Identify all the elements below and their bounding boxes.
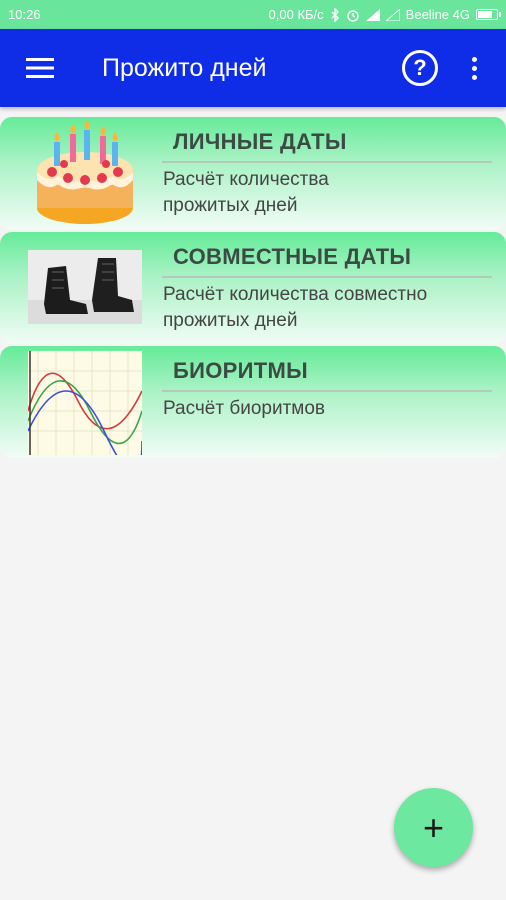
status-time: 10:26 xyxy=(8,7,41,22)
boots-photo xyxy=(28,250,142,324)
carrier-label: Beeline 4G xyxy=(405,7,470,22)
card-title: БИОРИТМЫ xyxy=(173,358,308,383)
card-description: Расчёт биоритмов xyxy=(163,398,326,419)
more-vert-icon xyxy=(471,56,477,62)
signal-icon xyxy=(365,8,380,21)
app-title: Прожито дней xyxy=(102,53,267,82)
hamburger-menu-icon xyxy=(26,58,54,78)
card-description: Расчёт количества прожитых дней xyxy=(163,169,329,216)
signal-empty-icon xyxy=(385,8,400,21)
divider xyxy=(162,390,492,392)
bluetooth-icon xyxy=(331,7,339,22)
more-options-button[interactable] xyxy=(462,44,486,92)
add-button[interactable]: + xyxy=(394,788,473,867)
card-biorhythms[interactable]: БИОРИТМЫ Расчёт биоритмов xyxy=(0,346,506,458)
help-button[interactable]: ? xyxy=(396,44,444,92)
divider xyxy=(162,276,492,278)
card-joint-dates[interactable]: СОВМЕСТНЫЕ ДАТЫ Расчёт количества совмес… xyxy=(0,232,506,344)
menu-button[interactable] xyxy=(0,29,80,107)
divider xyxy=(162,161,492,163)
birthday-cake-icon xyxy=(37,120,133,224)
alarm-icon xyxy=(346,9,359,22)
card-personal-dates[interactable]: ЛИЧНЫЕ ДАТЫ Расчёт количества прожитых д… xyxy=(0,117,506,230)
card-description: Расчёт количества совместно прожитых дне… xyxy=(163,284,428,331)
card-title: СОВМЕСТНЫЕ ДАТЫ xyxy=(173,244,412,269)
network-speed: 0,00 КБ/с xyxy=(268,7,324,22)
status-bar: 10:26 0,00 КБ/с Beeline 4G xyxy=(0,0,506,29)
biorhythm-chart-icon xyxy=(28,351,142,455)
card-title: ЛИЧНЫЕ ДАТЫ xyxy=(173,129,347,154)
battery-icon xyxy=(476,9,501,20)
help-circle-icon: ? xyxy=(402,50,438,86)
app-bar: Прожито дней ? xyxy=(0,29,506,107)
add-icon: + xyxy=(422,806,445,848)
